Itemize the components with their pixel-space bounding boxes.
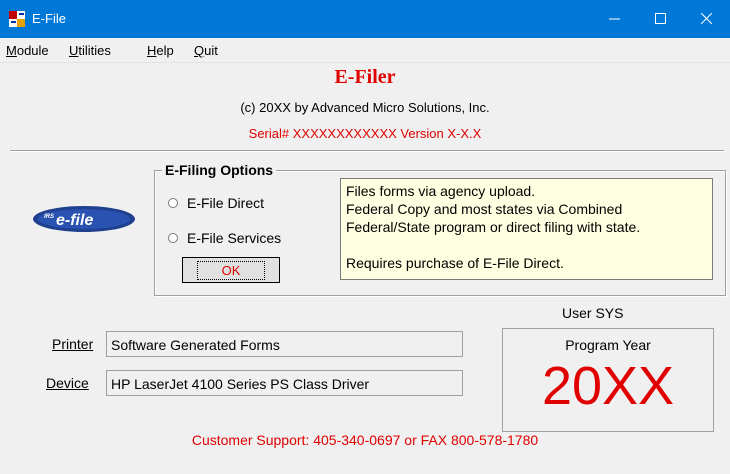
- radio-efile-direct[interactable]: E-File Direct: [168, 195, 264, 211]
- maximize-button[interactable]: [638, 0, 684, 38]
- radio-circle-icon: [168, 233, 178, 243]
- menu-bar: Module Utilities Help Quit: [0, 38, 730, 63]
- serial-version-text: Serial# XXXXXXXXXXXX Version X-X.X: [248, 126, 482, 141]
- menu-module[interactable]: Module: [6, 43, 49, 58]
- title-bar[interactable]: E-File: [0, 0, 730, 38]
- minimize-button[interactable]: [592, 0, 638, 38]
- menu-utilities[interactable]: Utilities: [69, 43, 111, 58]
- printer-field[interactable]: Software Generated Forms: [106, 331, 463, 357]
- radio-efile-direct-label: E-File Direct: [187, 195, 265, 211]
- window-title: E-File: [32, 11, 66, 26]
- logo-irs-text: IRS: [44, 214, 54, 220]
- header-divider: [10, 150, 724, 152]
- program-year-box: Program Year 20XX: [502, 328, 714, 432]
- close-button[interactable]: [684, 0, 730, 38]
- logo-efile-text: e-file: [56, 212, 93, 229]
- maximize-icon: [655, 13, 666, 24]
- description-line: [346, 236, 707, 254]
- app-title: E-Filer: [334, 66, 396, 88]
- irs-efile-logo: IRS e-file: [33, 206, 135, 232]
- description-line: Files forms via agency upload.: [346, 183, 536, 199]
- printer-label[interactable]: Printer: [52, 336, 93, 352]
- app-icon: [9, 11, 25, 27]
- ok-button-label: OK: [196, 260, 266, 280]
- ok-button[interactable]: OK: [182, 257, 280, 283]
- menu-quit[interactable]: Quit: [194, 43, 218, 58]
- close-icon: [701, 13, 713, 25]
- copyright-text: (c) 20XX by Advanced Micro Solutions, In…: [240, 100, 490, 115]
- efiling-options-title: E-Filing Options: [162, 162, 277, 178]
- description-line: Federal Copy and most states via Combine…: [346, 201, 623, 217]
- description-line: Federal/State program or direct filing w…: [346, 219, 641, 235]
- minimize-icon: [609, 18, 620, 20]
- device-field[interactable]: HP LaserJet 4100 Series PS Class Driver: [106, 370, 463, 396]
- user-label: User SYS: [562, 305, 624, 321]
- program-year-label: Program Year: [565, 337, 651, 353]
- menu-help[interactable]: Help: [147, 43, 174, 58]
- customer-support-text: Customer Support: 405-340-0697 or FAX 80…: [191, 432, 539, 448]
- program-year-value: 20XX: [541, 356, 675, 416]
- radio-efile-services[interactable]: E-File Services: [168, 230, 281, 246]
- option-description-box: Files forms via agency upload. Federal C…: [340, 178, 713, 280]
- device-label[interactable]: Device: [46, 375, 89, 391]
- description-line: Requires purchase of E-File Direct.: [346, 255, 564, 271]
- radio-circle-icon: [168, 198, 178, 208]
- radio-efile-services-label: E-File Services: [187, 230, 282, 246]
